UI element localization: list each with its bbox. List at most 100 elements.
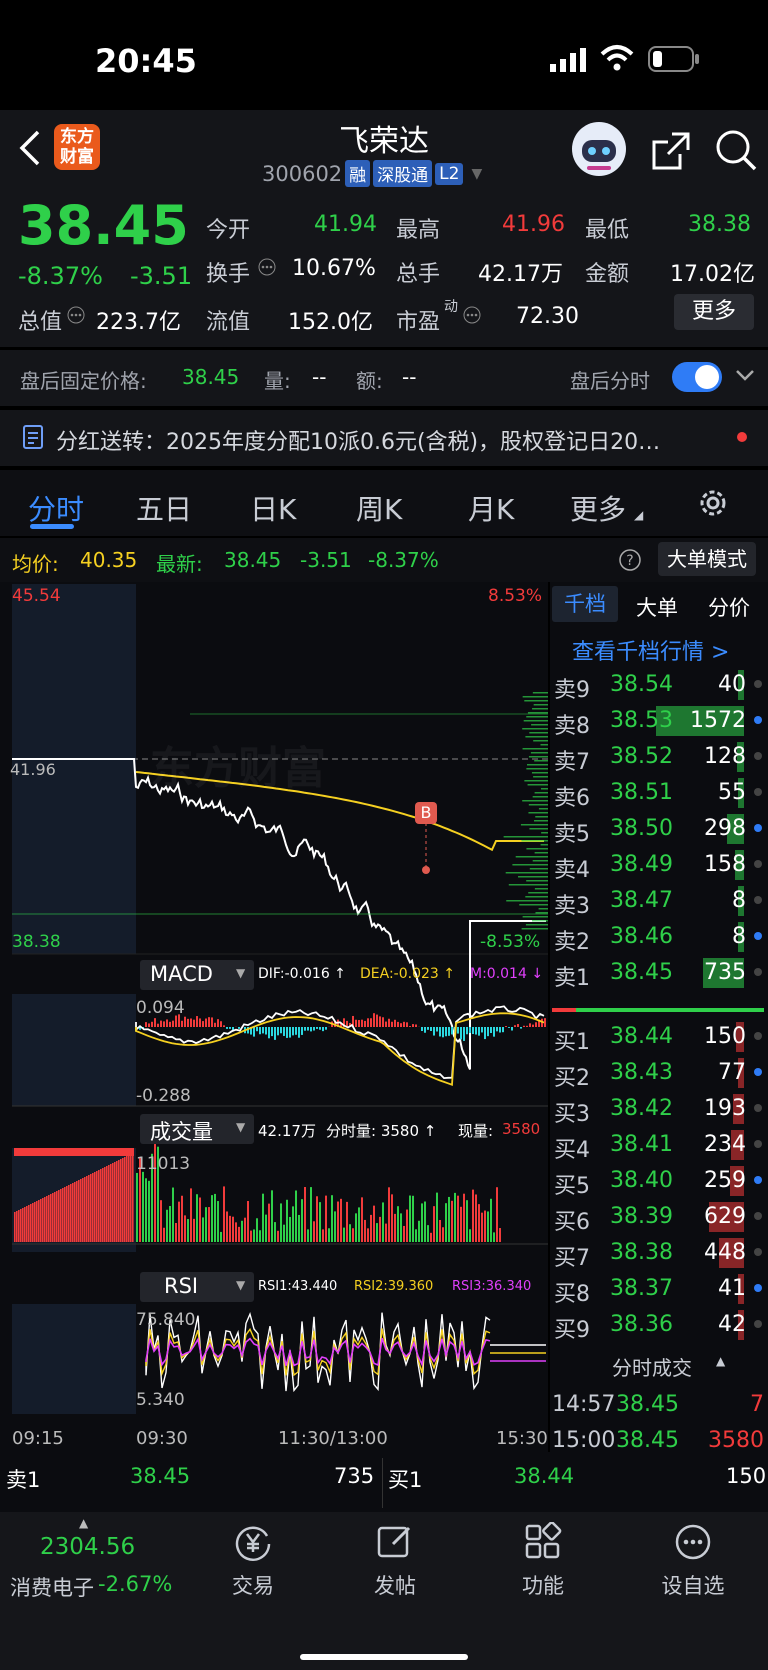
buy-marker[interactable]: B <box>415 802 437 824</box>
view-depth-link[interactable]: 查看千档行情 > <box>572 634 729 666</box>
robot-assistant-icon[interactable] <box>570 120 628 182</box>
high-value: 41.96 <box>502 212 565 237</box>
volume-max-label: 11013 <box>136 1154 191 1174</box>
macd-bar <box>253 1027 255 1037</box>
ask-row[interactable]: 卖5 38.50 298 <box>550 812 768 848</box>
tab-monthly-k[interactable]: 月K <box>468 488 514 528</box>
bid-row[interactable]: 买8 38.37 41 <box>550 1272 768 1308</box>
ask-row[interactable]: 卖7 38.52 128 <box>550 740 768 776</box>
stock-code-row[interactable]: 300602 融 深股通 L2 ▼ <box>262 160 482 187</box>
search-icon[interactable] <box>714 128 758 176</box>
bid-row[interactable]: 买7 38.38 448 <box>550 1236 768 1272</box>
macd-selector[interactable]: MACD ▼ <box>140 960 254 990</box>
after-hours-label: 盘后固定价格: <box>20 369 147 393</box>
macd-bar <box>379 1016 381 1027</box>
bid-volume: 150 <box>704 1024 746 1049</box>
tab-intraday[interactable]: 分时 <box>28 488 84 528</box>
big-order-mode-button[interactable]: 大单模式 <box>658 542 756 576</box>
book-tab-big[interactable]: 大单 <box>636 592 678 622</box>
tab-functions[interactable]: 功能 <box>510 1521 576 1600</box>
macd-bar <box>391 1021 393 1027</box>
bid-row[interactable]: 买2 38.43 77 <box>550 1056 768 1092</box>
intraday-chart-area[interactable]: 45.54 38.38 8.53% -8.53% 41.96 东方财富 B MA… <box>0 582 548 1452</box>
intraday-chart[interactable] <box>0 582 548 1452</box>
index-widget[interactable]: ▲ 2304.56 消费电子 -2.67% <box>0 1512 172 1622</box>
macd-bar <box>508 1027 510 1028</box>
volume-bar <box>214 1193 216 1242</box>
tab-weekly-k[interactable]: 周K <box>356 488 402 528</box>
volume-bar <box>376 1223 378 1242</box>
volume-selector[interactable]: 成交量 ▼ <box>140 1114 254 1144</box>
order-dot <box>754 932 762 940</box>
volume-bar <box>394 1213 396 1242</box>
turnover-info-icon[interactable] <box>258 258 276 280</box>
macd-bar <box>514 1025 516 1027</box>
bid-row[interactable]: 买4 38.41 234 <box>550 1128 768 1164</box>
volume-bar <box>403 1225 405 1242</box>
macd-bar <box>361 1019 363 1027</box>
macd-dif: DIF:-0.016 ↑ <box>258 966 346 982</box>
ask-row[interactable]: 卖8 38.53 1572 <box>550 704 768 740</box>
tab-more[interactable]: 更多 <box>570 488 626 528</box>
volume-bar <box>424 1201 426 1242</box>
tab-indicator <box>30 524 74 529</box>
volume-bar <box>289 1216 291 1242</box>
avg-price-bar: 均价: 40.35 最新: 38.45 -3.51 -8.37% ? 大单模式 <box>0 538 768 582</box>
book-tab-depth[interactable]: 千档 <box>552 586 618 622</box>
tab-daily-k[interactable]: 日K <box>250 488 296 528</box>
ask-row[interactable]: 卖9 38.54 40 <box>550 668 768 704</box>
profile-bar <box>529 828 548 830</box>
profile-bar <box>532 860 548 862</box>
pe-info-icon[interactable] <box>463 306 481 328</box>
more-button[interactable]: 更多 <box>674 294 754 330</box>
bid-row[interactable]: 买9 38.36 42 <box>550 1308 768 1344</box>
chevron-down-icon[interactable] <box>734 364 756 390</box>
profile-bar <box>529 732 548 734</box>
ask-row[interactable]: 卖3 38.47 8 <box>550 884 768 920</box>
ask-row[interactable]: 卖6 38.51 55 <box>550 776 768 812</box>
ask-row[interactable]: 卖4 38.49 158 <box>550 848 768 884</box>
macd-bar <box>292 1027 294 1036</box>
bid-row[interactable]: 买5 38.40 259 <box>550 1164 768 1200</box>
tab-add-watchlist-label: 设自选 <box>661 1574 725 1598</box>
notice-dot <box>737 432 747 442</box>
bid-row[interactable]: 买1 38.44 150 <box>550 1020 768 1056</box>
share-icon[interactable] <box>650 130 692 176</box>
macd-bar <box>229 1027 231 1029</box>
tab-trade[interactable]: 交易 <box>220 1522 286 1600</box>
tab-post[interactable]: 发帖 <box>362 1522 428 1600</box>
order-dot <box>754 860 762 868</box>
after-hours-toggle[interactable] <box>672 362 722 392</box>
order-dot <box>754 1284 762 1292</box>
ask-row[interactable]: 卖2 38.46 8 <box>550 920 768 956</box>
rsi-selector[interactable]: RSI ▼ <box>140 1272 254 1302</box>
ask-price: 38.54 <box>610 672 673 697</box>
macd-bar <box>151 1021 153 1027</box>
macd-bar <box>373 1013 375 1027</box>
volume-bar <box>84 1177 86 1242</box>
settings-gear-icon[interactable] <box>696 486 730 524</box>
profile-bar <box>531 772 548 774</box>
bid-row[interactable]: 买6 38.39 629 <box>550 1200 768 1236</box>
volume-bar <box>50 1194 52 1242</box>
volume-bar <box>112 1163 114 1242</box>
high-label: 最高 <box>396 218 441 243</box>
info-icon[interactable] <box>67 306 85 328</box>
trades-title[interactable]: 分时成交 <box>612 1352 692 1381</box>
tab-five-day[interactable]: 五日 <box>136 488 192 528</box>
macd-bar <box>487 1027 489 1037</box>
volume-bar <box>169 1206 171 1242</box>
dividend-notice[interactable]: 分红送转：2025年度分配10派0.6元(含税)，股权登记日20… <box>0 410 768 466</box>
bid-row[interactable]: 买3 38.42 193 <box>550 1092 768 1128</box>
bid-volume: 77 <box>718 1060 746 1085</box>
profile-bar <box>534 852 548 854</box>
tab-add-watchlist[interactable]: 设自选 <box>658 1522 728 1600</box>
bid-volume: 193 <box>704 1096 746 1121</box>
ask-row[interactable]: 卖1 38.45 735 <box>550 956 768 992</box>
help-icon[interactable]: ? <box>618 548 642 576</box>
volume-bar <box>96 1171 98 1242</box>
macd-bar <box>439 1027 441 1037</box>
bid1-price: 38.44 <box>514 1464 575 1488</box>
ask-level: 卖8 <box>554 714 590 739</box>
book-tab-price[interactable]: 分价 <box>708 592 750 622</box>
